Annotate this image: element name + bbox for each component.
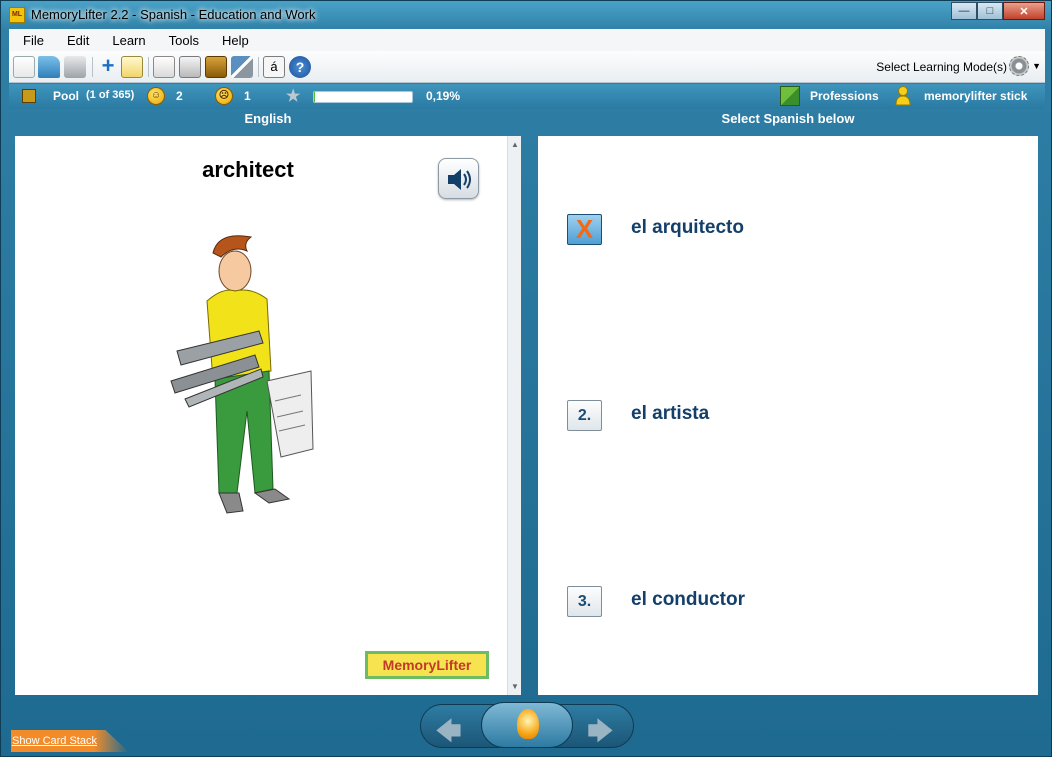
- pool-icon[interactable]: [205, 56, 227, 78]
- menu-learn[interactable]: Learn: [98, 33, 154, 48]
- menu-tools[interactable]: Tools: [155, 33, 208, 48]
- maximize-button[interactable]: □: [977, 2, 1003, 20]
- gear-icon[interactable]: [1009, 56, 1029, 76]
- lightbulb-icon: [517, 709, 539, 739]
- menu-help[interactable]: Help: [208, 33, 258, 48]
- edit-icon[interactable]: [121, 56, 143, 78]
- menu-bar: File Edit Learn Tools Help: [9, 29, 1045, 51]
- app-window: ML MemoryLifter 2.2 - Spanish - Educatio…: [0, 0, 1052, 757]
- play-audio-button[interactable]: [438, 158, 479, 199]
- happy-smiley-icon: ☺: [147, 87, 165, 105]
- chapter-label[interactable]: Professions: [810, 89, 879, 103]
- special-char-icon[interactable]: á: [263, 56, 285, 78]
- print-icon[interactable]: [64, 56, 86, 78]
- architect-illustration: [170, 235, 314, 514]
- toolbar-separator: [92, 57, 93, 77]
- window-title: MemoryLifter 2.2 - Spanish - Education a…: [31, 7, 316, 22]
- status-bar: Pool (1 of 365) ☺ 2 ☹ 1 ★ 0,19% Professi…: [9, 84, 1045, 109]
- answer-option-3-text[interactable]: el conductor: [631, 589, 745, 611]
- show-card-stack-link[interactable]: Show Card Stack: [12, 735, 97, 747]
- memorylifter-logo: MemoryLifter: [365, 651, 489, 679]
- progress-text: 0,19%: [426, 89, 461, 103]
- learning-mode-label[interactable]: Select Learning Mode(s): [876, 60, 1007, 74]
- toolbar: + á ? Select Learning Mode(s) ▼: [9, 51, 1045, 83]
- star-icon: ★: [286, 88, 301, 105]
- scroll-up-icon[interactable]: ▲: [511, 140, 519, 149]
- chapter-book-icon[interactable]: [780, 86, 800, 106]
- happy-count: 2: [176, 89, 183, 103]
- scroll-down-icon[interactable]: ▼: [511, 682, 519, 691]
- answer-option-2-button[interactable]: 2.: [567, 400, 602, 431]
- pool-count: (1 of 365): [86, 89, 135, 101]
- pool-label: Pool: [53, 89, 79, 103]
- question-word: architect: [202, 157, 294, 182]
- pool-box-icon: [22, 89, 36, 103]
- sad-smiley-icon: ☹: [215, 87, 233, 105]
- settings-tools-icon[interactable]: [231, 56, 253, 78]
- back-arrow-icon[interactable]: 🡄: [435, 713, 462, 757]
- sad-count: 1: [244, 89, 251, 103]
- speaker-icon: [448, 169, 471, 190]
- presentation-icon[interactable]: [153, 56, 175, 78]
- answer-panel: X el arquitecto 2. el artista 3. el cond…: [538, 136, 1038, 695]
- card-style-icon[interactable]: [179, 56, 201, 78]
- minimize-button[interactable]: —: [951, 2, 977, 20]
- menu-file[interactable]: File: [9, 33, 53, 48]
- app-logo-icon: ML: [9, 7, 25, 23]
- answer-option-2-text[interactable]: el artista: [631, 403, 709, 425]
- toolbar-separator: [258, 57, 259, 77]
- bottom-navigation: 🡄 🡆 Show Card Stack: [9, 698, 1045, 754]
- forward-arrow-icon[interactable]: 🡆: [587, 713, 614, 757]
- question-scrollbar[interactable]: ▲ ▼: [507, 136, 521, 695]
- close-button[interactable]: ✕: [1003, 2, 1045, 20]
- answer-option-3-button[interactable]: 3.: [567, 586, 602, 617]
- menu-edit[interactable]: Edit: [53, 33, 98, 48]
- user-icon[interactable]: [895, 86, 911, 106]
- answer-option-1-wrong-icon[interactable]: X: [567, 214, 602, 245]
- chevron-down-icon[interactable]: ▼: [1032, 61, 1041, 71]
- hint-button[interactable]: [481, 702, 573, 748]
- progress-bar: [313, 91, 413, 103]
- user-name[interactable]: memorylifter stick: [924, 89, 1027, 103]
- add-icon[interactable]: +: [97, 55, 119, 78]
- toolbar-separator: [148, 57, 149, 77]
- title-bar: ML MemoryLifter 2.2 - Spanish - Educatio…: [1, 1, 1051, 29]
- answer-option-1-text[interactable]: el arquitecto: [631, 217, 744, 239]
- answer-header: Select Spanish below: [721, 111, 855, 126]
- question-header: English: [244, 111, 292, 126]
- help-icon[interactable]: ?: [289, 56, 311, 78]
- new-icon[interactable]: [13, 56, 35, 78]
- question-panel: architect MemoryLifter ▲ ▼: [15, 136, 521, 695]
- open-icon[interactable]: [38, 56, 60, 78]
